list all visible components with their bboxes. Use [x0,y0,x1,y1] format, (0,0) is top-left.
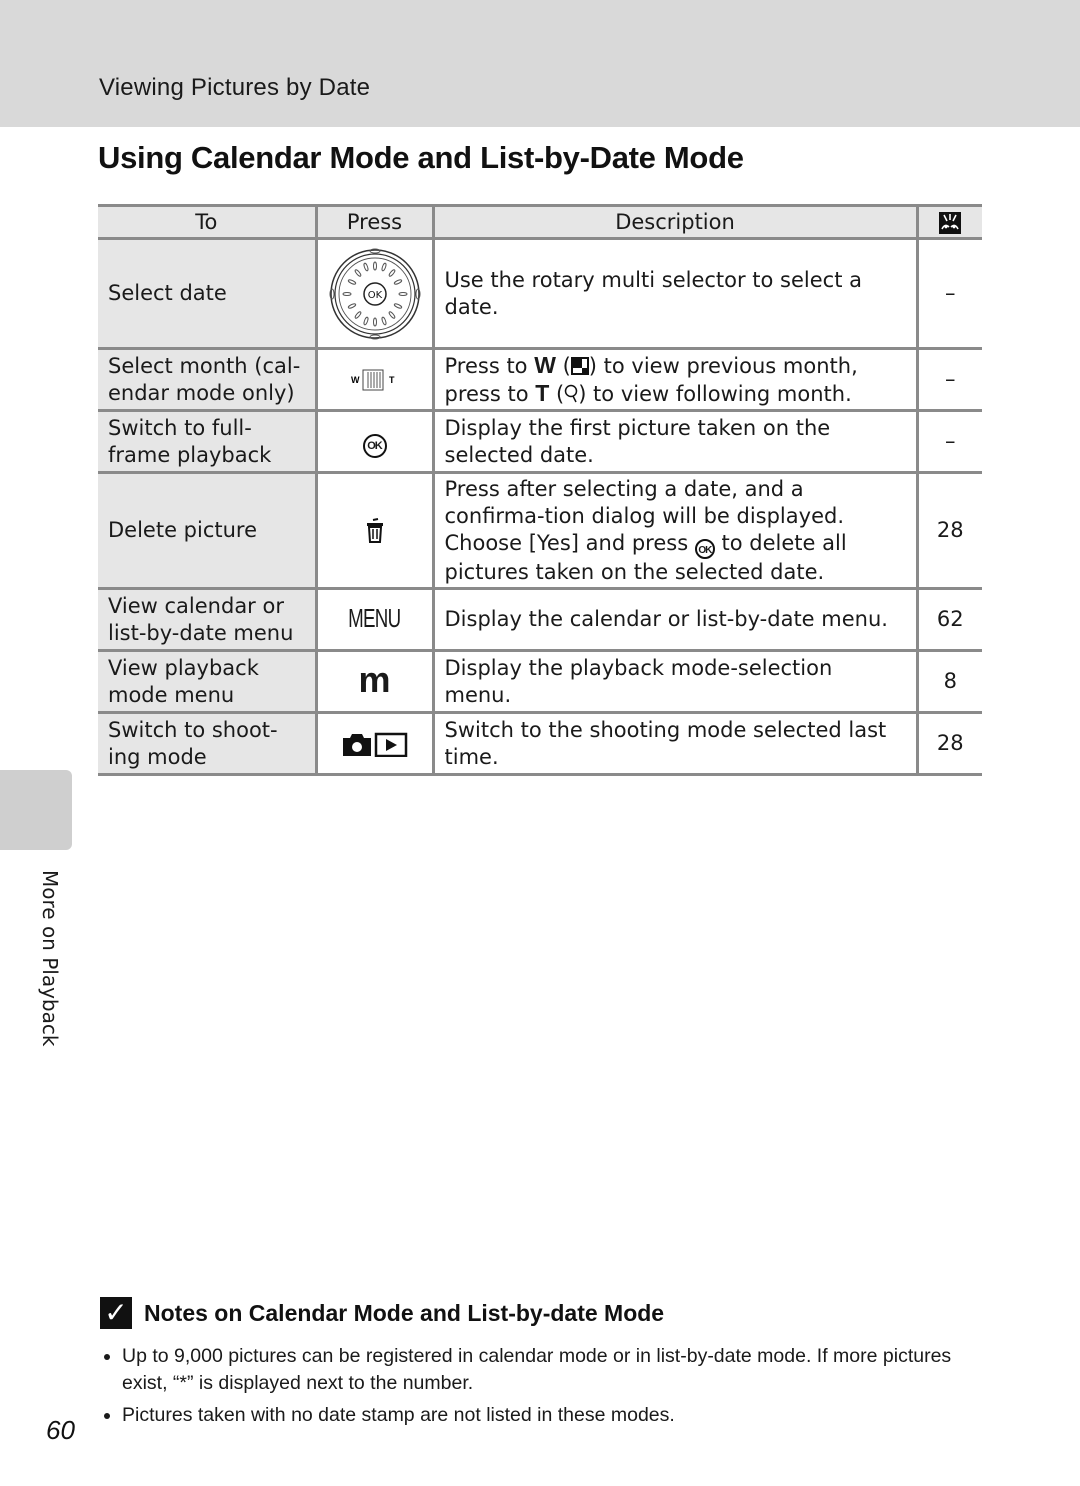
ok-button-icon: OK [362,433,387,458]
column-header-to: To [98,204,318,240]
table-row: Select date OK Use the rotary multi sele… [98,237,982,350]
row-page-ref: 8 [915,649,982,714]
section-title: Viewing Pictures by Date [99,74,371,101]
row-action: Select month (cal- endar mode only) [98,347,318,412]
notes-list: Up to 9,000 pictures can be registered i… [100,1343,980,1429]
svg-text:W: W [351,375,360,385]
row-action: View playback mode menu [98,649,318,714]
row-press [314,471,435,590]
chapter-tab [0,770,72,850]
page-title: Using Calendar Mode and List-by-Date Mod… [98,140,744,175]
row-page-ref: 28 [915,471,982,590]
reference-page-icon [939,211,962,234]
row-page-ref: – [915,237,982,350]
operations-table: To Press Description Select date OK Use … [98,204,982,776]
table-row: View playback mode menu m Display the pl… [98,649,982,714]
table-row: Switch to full- frame playback OK Displa… [98,409,982,474]
zoom-icon [564,384,578,402]
notes-section: ✓ Notes on Calendar Mode and List-by-dat… [100,1297,980,1434]
row-action: Delete picture [98,471,318,590]
t-key-label: T [535,379,550,406]
delete-icon [366,518,383,543]
column-header-press: Press [314,204,435,240]
row-page-ref: 62 [915,587,982,652]
table-row: Switch to shoot- ing mode Switch to the … [98,711,982,776]
list-item: Pictures taken with no date stamp are no… [122,1402,980,1429]
svg-text:T: T [389,375,395,385]
row-action: View calendar or list-by-date menu [98,587,318,652]
row-description: Use the rotary multi selector to select … [431,237,919,350]
row-press: MENU [314,587,435,652]
row-press: W T [314,347,435,412]
row-action: Switch to shoot- ing mode [98,711,318,776]
check-icon: ✓ [100,1297,132,1329]
row-press: OK [314,237,435,350]
w-key-label: W [534,351,556,378]
rotary-multi-selector-icon: OK [329,248,420,339]
mode-button-icon: m [358,658,391,700]
row-page-ref: 28 [915,711,982,776]
row-press: OK [314,409,435,474]
row-description: Press after selecting a date, and a conf… [431,471,919,590]
page-number: 60 [46,1415,75,1445]
table-header-row: To Press Description [98,204,982,240]
column-header-reference [915,204,982,240]
header-band [0,0,1080,127]
row-page-ref: – [915,347,982,412]
menu-button-icon: MENU [348,603,401,633]
chapter-tab-label: More on Playback [38,870,62,1047]
table-row: Select month (cal- endar mode only) W T … [98,347,982,412]
row-description: Display the playback mode-selection menu… [431,649,919,714]
notes-title: Notes on Calendar Mode and List-by-date … [144,1299,665,1326]
column-header-description: Description [431,204,919,240]
row-description: Display the first picture taken on the s… [431,409,919,474]
row-action: Switch to full- frame playback [98,409,318,474]
table-row: View calendar or list-by-date menu MENU … [98,587,982,652]
row-page-ref: – [915,409,982,474]
row-description: Display the calendar or list-by-date men… [431,587,919,652]
row-action: Select date [98,237,318,350]
shooting-playback-button-icon [342,732,407,758]
table-row: Delete picture Press after selecting a d… [98,471,982,590]
ok-button-icon: OK [694,538,715,559]
row-description: Press to W () to view previous month, pr… [431,347,919,412]
row-description: Switch to the shooting mode selected las… [431,711,919,776]
row-press [314,711,435,776]
zoom-control-icon: W T [351,369,395,391]
list-item: Up to 9,000 pictures can be registered i… [122,1343,980,1397]
svg-text:OK: OK [367,290,382,301]
row-press: m [314,649,435,714]
thumbnail-icon [570,356,589,375]
